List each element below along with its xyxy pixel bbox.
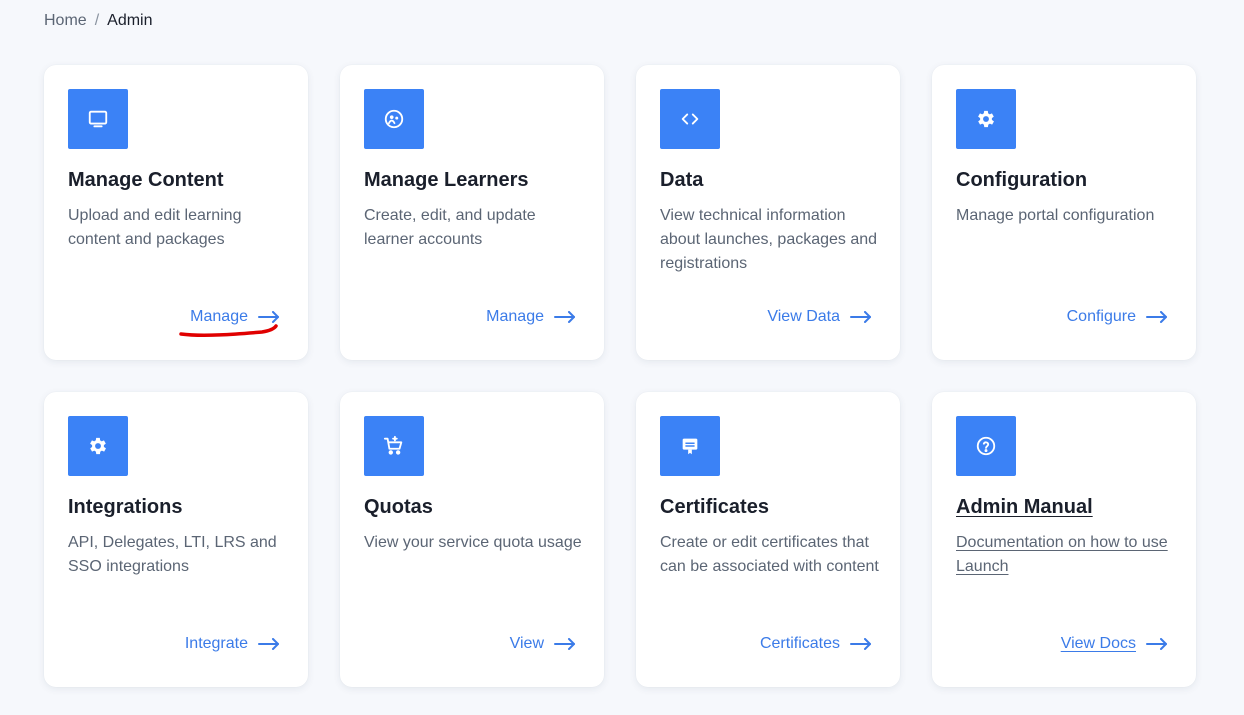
arrow-right-icon (554, 311, 576, 323)
card-description: Documentation on how to use Launch (956, 534, 1168, 575)
integrate-link[interactable]: Integrate (185, 635, 280, 653)
arrow-right-icon (850, 311, 872, 323)
card-description: API, Delegates, LTI, LRS and SSO integra… (68, 534, 277, 575)
gear-icon (68, 416, 128, 476)
certificates-link[interactable]: Certificates (760, 635, 872, 653)
admin-cards-grid: Manage Content Upload and edit learning … (44, 65, 1196, 687)
card-description: Create, edit, and update learner account… (364, 207, 536, 248)
card-description: Create or edit certificates that can be … (660, 534, 879, 575)
card-title: Admin Manual (956, 496, 1093, 518)
breadcrumb-current: Admin (107, 12, 153, 29)
card-action-label: Certificates (759, 635, 840, 652)
view-data-link[interactable]: View Data (767, 308, 872, 326)
card-description: Manage portal configuration (956, 207, 1155, 224)
arrow-right-icon (258, 638, 280, 650)
card-admin-manual[interactable]: Admin Manual Documentation on how to use… (932, 392, 1196, 687)
card-title: Data (660, 169, 704, 191)
cart-icon (364, 416, 424, 476)
breadcrumb: Home / Admin (44, 11, 153, 31)
card-description: Upload and edit learning content and pac… (68, 207, 242, 248)
view-quotas-link[interactable]: View (510, 635, 576, 653)
manage-content-link[interactable]: Manage (190, 308, 280, 326)
configure-link[interactable]: Configure (1067, 308, 1168, 326)
arrow-right-icon (1146, 311, 1168, 323)
view-docs-link[interactable]: View Docs (1061, 635, 1168, 653)
breadcrumb-separator: / (94, 12, 100, 29)
arrow-right-icon (554, 638, 576, 650)
arrow-right-icon (258, 311, 280, 323)
card-title: Configuration (956, 169, 1088, 191)
card-action-label: Integrate (184, 635, 248, 652)
card-certificates: Certificates Create or edit certificates… (636, 392, 900, 687)
card-action-label: Manage (190, 308, 248, 325)
card-title: Manage Content (68, 169, 224, 191)
card-action-label: View (509, 635, 544, 652)
card-description: View technical information about launche… (660, 207, 878, 272)
certificate-icon (660, 416, 720, 476)
card-quotas: Quotas View your service quota usage Vie… (340, 392, 604, 687)
card-title: Quotas (364, 496, 433, 518)
code-icon (660, 89, 720, 149)
card-action-label: Manage (486, 308, 544, 325)
card-title: Certificates (660, 496, 769, 518)
manage-learners-link[interactable]: Manage (486, 308, 576, 326)
card-action-label: View Docs (1060, 635, 1136, 652)
monitor-icon (68, 89, 128, 149)
card-description: View your service quota usage (364, 534, 582, 551)
card-integrations: Integrations API, Delegates, LTI, LRS an… (44, 392, 308, 687)
card-configuration: Configuration Manage portal configuratio… (932, 65, 1196, 360)
users-icon (364, 89, 424, 149)
arrow-right-icon (1146, 638, 1168, 650)
card-action-label: Configure (1066, 308, 1136, 325)
card-title: Manage Learners (364, 169, 529, 191)
arrow-right-icon (850, 638, 872, 650)
help-icon (956, 416, 1016, 476)
card-manage-content: Manage Content Upload and edit learning … (44, 65, 308, 360)
breadcrumb-home-link[interactable]: Home (44, 11, 87, 31)
card-action-label: View Data (767, 308, 840, 325)
card-manage-learners: Manage Learners Create, edit, and update… (340, 65, 604, 360)
card-data: Data View technical information about la… (636, 65, 900, 360)
gear-icon (956, 89, 1016, 149)
card-title: Integrations (68, 496, 183, 518)
